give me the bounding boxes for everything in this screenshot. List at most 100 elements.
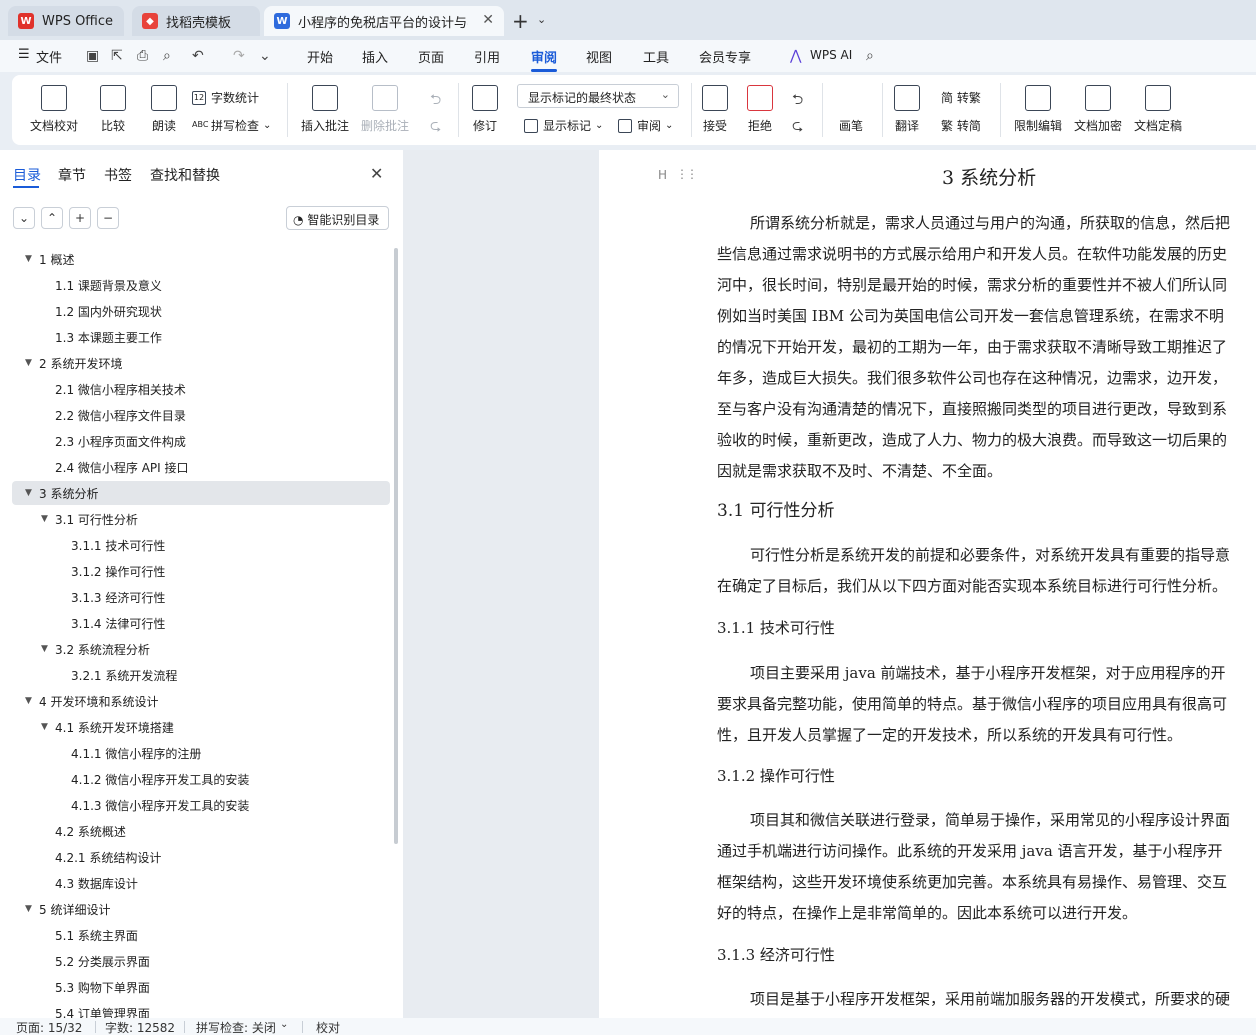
read-aloud-button[interactable]: 朗读: [151, 85, 177, 134]
accept-button[interactable]: 接受: [702, 85, 728, 134]
proofread-button[interactable]: 文档校对: [30, 85, 78, 134]
toc-item[interactable]: 4.3 数据库设计: [55, 872, 138, 894]
menu-tools[interactable]: 工具: [643, 47, 669, 66]
toc-item[interactable]: 3.1.4 法律可行性: [71, 612, 165, 634]
expand-triangle-icon[interactable]: ▼: [41, 644, 55, 654]
toc-item[interactable]: ▼ 5 统详细设计: [25, 898, 110, 920]
toc-item[interactable]: ▼ 4 开发环境和系统设计: [25, 690, 158, 712]
remove-heading-minus-icon[interactable]: −: [97, 207, 119, 229]
redo-icon[interactable]: ↷: [233, 48, 245, 64]
toc-item[interactable]: ▼ 2 系统开发环境: [25, 352, 122, 374]
toc-item[interactable]: ▼ 4.1 系统开发环境搭建: [41, 716, 174, 738]
tab-wps-office[interactable]: W WPS Office: [8, 6, 124, 36]
track-changes-button[interactable]: 修订: [472, 85, 498, 134]
expand-triangle-icon[interactable]: ▼: [25, 358, 39, 368]
ink-button[interactable]: 画笔: [838, 85, 864, 134]
page-indicator[interactable]: 页面: 15/32: [16, 1019, 82, 1035]
chevron-down-icon[interactable]: ⌄: [280, 1019, 288, 1030]
hamburger-icon[interactable]: ☰: [18, 47, 30, 62]
expand-triangle-icon[interactable]: ▼: [25, 488, 39, 498]
add-heading-plus-icon[interactable]: +: [69, 207, 91, 229]
toc-item[interactable]: 2.2 微信小程序文件目录: [55, 404, 186, 426]
finalize-button[interactable]: 文档定稿: [1134, 85, 1182, 134]
expand-triangle-icon[interactable]: ▼: [25, 254, 39, 264]
expand-up-chevron-icon[interactable]: ⌃: [41, 207, 63, 229]
encrypt-button[interactable]: 文档加密: [1074, 85, 1122, 134]
new-tab-plus-icon[interactable]: +: [512, 9, 529, 33]
menu-wps-ai[interactable]: WPS AI: [810, 48, 852, 62]
toc-item[interactable]: 2.1 微信小程序相关技术: [55, 378, 186, 400]
menu-page[interactable]: 页面: [418, 47, 444, 66]
close-tab-icon[interactable]: ✕: [482, 12, 494, 28]
toc-item[interactable]: 5.3 购物下单界面: [55, 976, 150, 998]
toc-item[interactable]: 4.1.2 微信小程序开发工具的安装: [71, 768, 249, 790]
close-icon[interactable]: ✕: [370, 164, 383, 183]
expand-triangle-icon[interactable]: ▼: [41, 722, 55, 732]
more-chevron-icon[interactable]: ⌄: [259, 48, 271, 64]
toc-item[interactable]: 3.1.2 操作可行性: [71, 560, 165, 582]
expand-triangle-icon[interactable]: ▼: [25, 904, 39, 914]
nav-scrollbar[interactable]: [394, 248, 398, 844]
menu-review[interactable]: 审阅: [531, 47, 557, 66]
translate-button[interactable]: 翻译: [894, 85, 920, 134]
to-traditional-button[interactable]: 简 转繁: [941, 89, 981, 106]
toc-item[interactable]: 1.2 国内外研究现状: [55, 300, 162, 322]
menu-file[interactable]: 文件: [36, 47, 62, 66]
menu-insert[interactable]: 插入: [362, 47, 388, 66]
prev-comment-icon[interactable]: ⮌: [430, 89, 441, 113]
tab-document[interactable]: W 小程序的免税店平台的设计与实 ✕: [264, 6, 504, 36]
menu-view[interactable]: 视图: [586, 47, 612, 66]
menu-reference[interactable]: 引用: [474, 47, 500, 66]
drag-handle-icon[interactable]: ⋮⋮: [676, 167, 698, 181]
spell-check-button[interactable]: ABC 拼写检查 ⌄: [192, 117, 271, 134]
toc-item[interactable]: 2.4 微信小程序 API 接口: [55, 456, 189, 478]
tab-docer[interactable]: ◆ 找稻壳模板: [132, 6, 260, 36]
compare-button[interactable]: 比较: [100, 85, 126, 134]
toc-item[interactable]: 3.2.1 系统开发流程: [71, 664, 177, 686]
prev-change-icon[interactable]: ⮌: [792, 89, 803, 113]
nav-tab-bookmarks[interactable]: 书签: [104, 165, 132, 185]
show-markup-button[interactable]: 显示标记 ⌄: [524, 117, 603, 134]
next-change-icon[interactable]: ⮎: [792, 115, 803, 139]
undo-icon[interactable]: ↶: [192, 48, 204, 64]
menu-home[interactable]: 开始: [307, 47, 333, 66]
print-preview-icon[interactable]: ⌕: [163, 48, 171, 64]
toc-item[interactable]: 3.1.1 技术可行性: [71, 534, 165, 556]
insert-comment-button[interactable]: 插入批注: [301, 85, 349, 134]
delete-comment-button[interactable]: 删除批注: [361, 85, 409, 134]
next-comment-icon[interactable]: ⮎: [430, 115, 441, 139]
toc-item[interactable]: 5.1 系统主界面: [55, 924, 138, 946]
toc-item[interactable]: ▼ 3 系统分析: [25, 482, 98, 504]
search-icon[interactable]: ⌕: [866, 48, 874, 64]
toc-item[interactable]: 4.1.3 微信小程序开发工具的安装: [71, 794, 249, 816]
toc-item[interactable]: ▼ 1 概述: [25, 248, 74, 270]
expand-triangle-icon[interactable]: ▼: [25, 696, 39, 706]
print-icon[interactable]: ⎙: [137, 48, 148, 64]
menu-member[interactable]: 会员专享: [699, 47, 751, 66]
toc-item[interactable]: 2.3 小程序页面文件构成: [55, 430, 186, 452]
markup-state-select[interactable]: 显示标记的最终状态 ⌄: [517, 84, 679, 108]
expand-triangle-icon[interactable]: ▼: [41, 514, 55, 524]
toc-item[interactable]: 4.1.1 微信小程序的注册: [71, 742, 201, 764]
word-count-status[interactable]: 字数: 12582: [105, 1019, 175, 1035]
toc-item[interactable]: 5.2 分类展示界面: [55, 950, 150, 972]
toc-item[interactable]: 3.1.3 经济可行性: [71, 586, 165, 608]
spell-check-status[interactable]: 拼写检查: 关闭: [196, 1019, 276, 1035]
toc-item[interactable]: ▼ 3.1 可行性分析: [41, 508, 138, 530]
smart-toc-button[interactable]: ◔ 智能识别目录: [286, 206, 389, 230]
tab-list-chevron-icon[interactable]: ⌄: [537, 13, 546, 26]
nav-tab-sections[interactable]: 章节: [58, 165, 86, 185]
toc-item[interactable]: 1.3 本课题主要工作: [55, 326, 162, 348]
proof-status[interactable]: 校对: [316, 1019, 340, 1035]
nav-tab-find-replace[interactable]: 查找和替换: [150, 165, 220, 185]
toc-item[interactable]: 1.1 课题背景及意义: [55, 274, 162, 296]
nav-tab-toc[interactable]: 目录: [13, 165, 41, 185]
collapse-all-chevron-icon[interactable]: ⌄: [13, 207, 35, 229]
to-simplified-button[interactable]: 繁 转简: [941, 117, 981, 134]
reject-button[interactable]: 拒绝: [747, 85, 773, 134]
export-icon[interactable]: ⇱: [111, 48, 123, 64]
restrict-edit-button[interactable]: 限制编辑: [1014, 85, 1062, 134]
save-icon[interactable]: ▣: [86, 48, 99, 64]
toc-item[interactable]: 4.2 系统概述: [55, 820, 126, 842]
toc-item[interactable]: ▼ 3.2 系统流程分析: [41, 638, 150, 660]
